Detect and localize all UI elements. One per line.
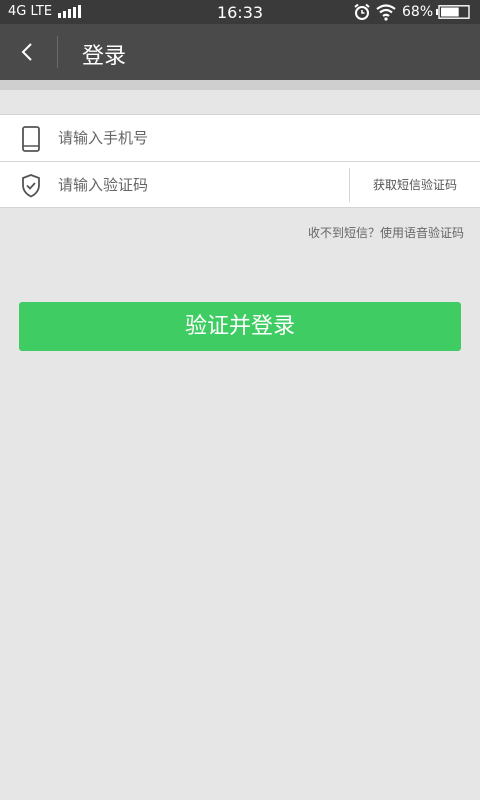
phone-input[interactable] (58, 123, 338, 153)
page-title: 登录 (82, 44, 127, 69)
get-sms-code-button[interactable]: 获取短信验证码 (350, 162, 480, 208)
phone-row (0, 115, 480, 161)
phone-icon (22, 126, 40, 152)
header-shadow (0, 80, 480, 90)
battery-icon (436, 5, 470, 19)
wifi-icon (376, 4, 396, 21)
title-bar: 登录 (0, 24, 480, 80)
code-row: 获取短信验证码 (0, 161, 480, 207)
back-button[interactable] (0, 24, 56, 80)
shield-icon (22, 174, 40, 198)
battery-percent: 68% (402, 4, 434, 20)
alarm-icon (354, 3, 370, 20)
chevron-left-icon (21, 43, 32, 61)
code-input[interactable] (58, 170, 338, 200)
verify-login-button[interactable]: 验证并登录 (19, 302, 461, 351)
status-bar: 4G LTE 16:33 68% (0, 0, 480, 24)
voice-code-link[interactable]: 收不到短信？使用语音验证码 (308, 224, 464, 241)
title-divider (57, 36, 58, 68)
login-form: 获取短信验证码 (0, 114, 480, 208)
